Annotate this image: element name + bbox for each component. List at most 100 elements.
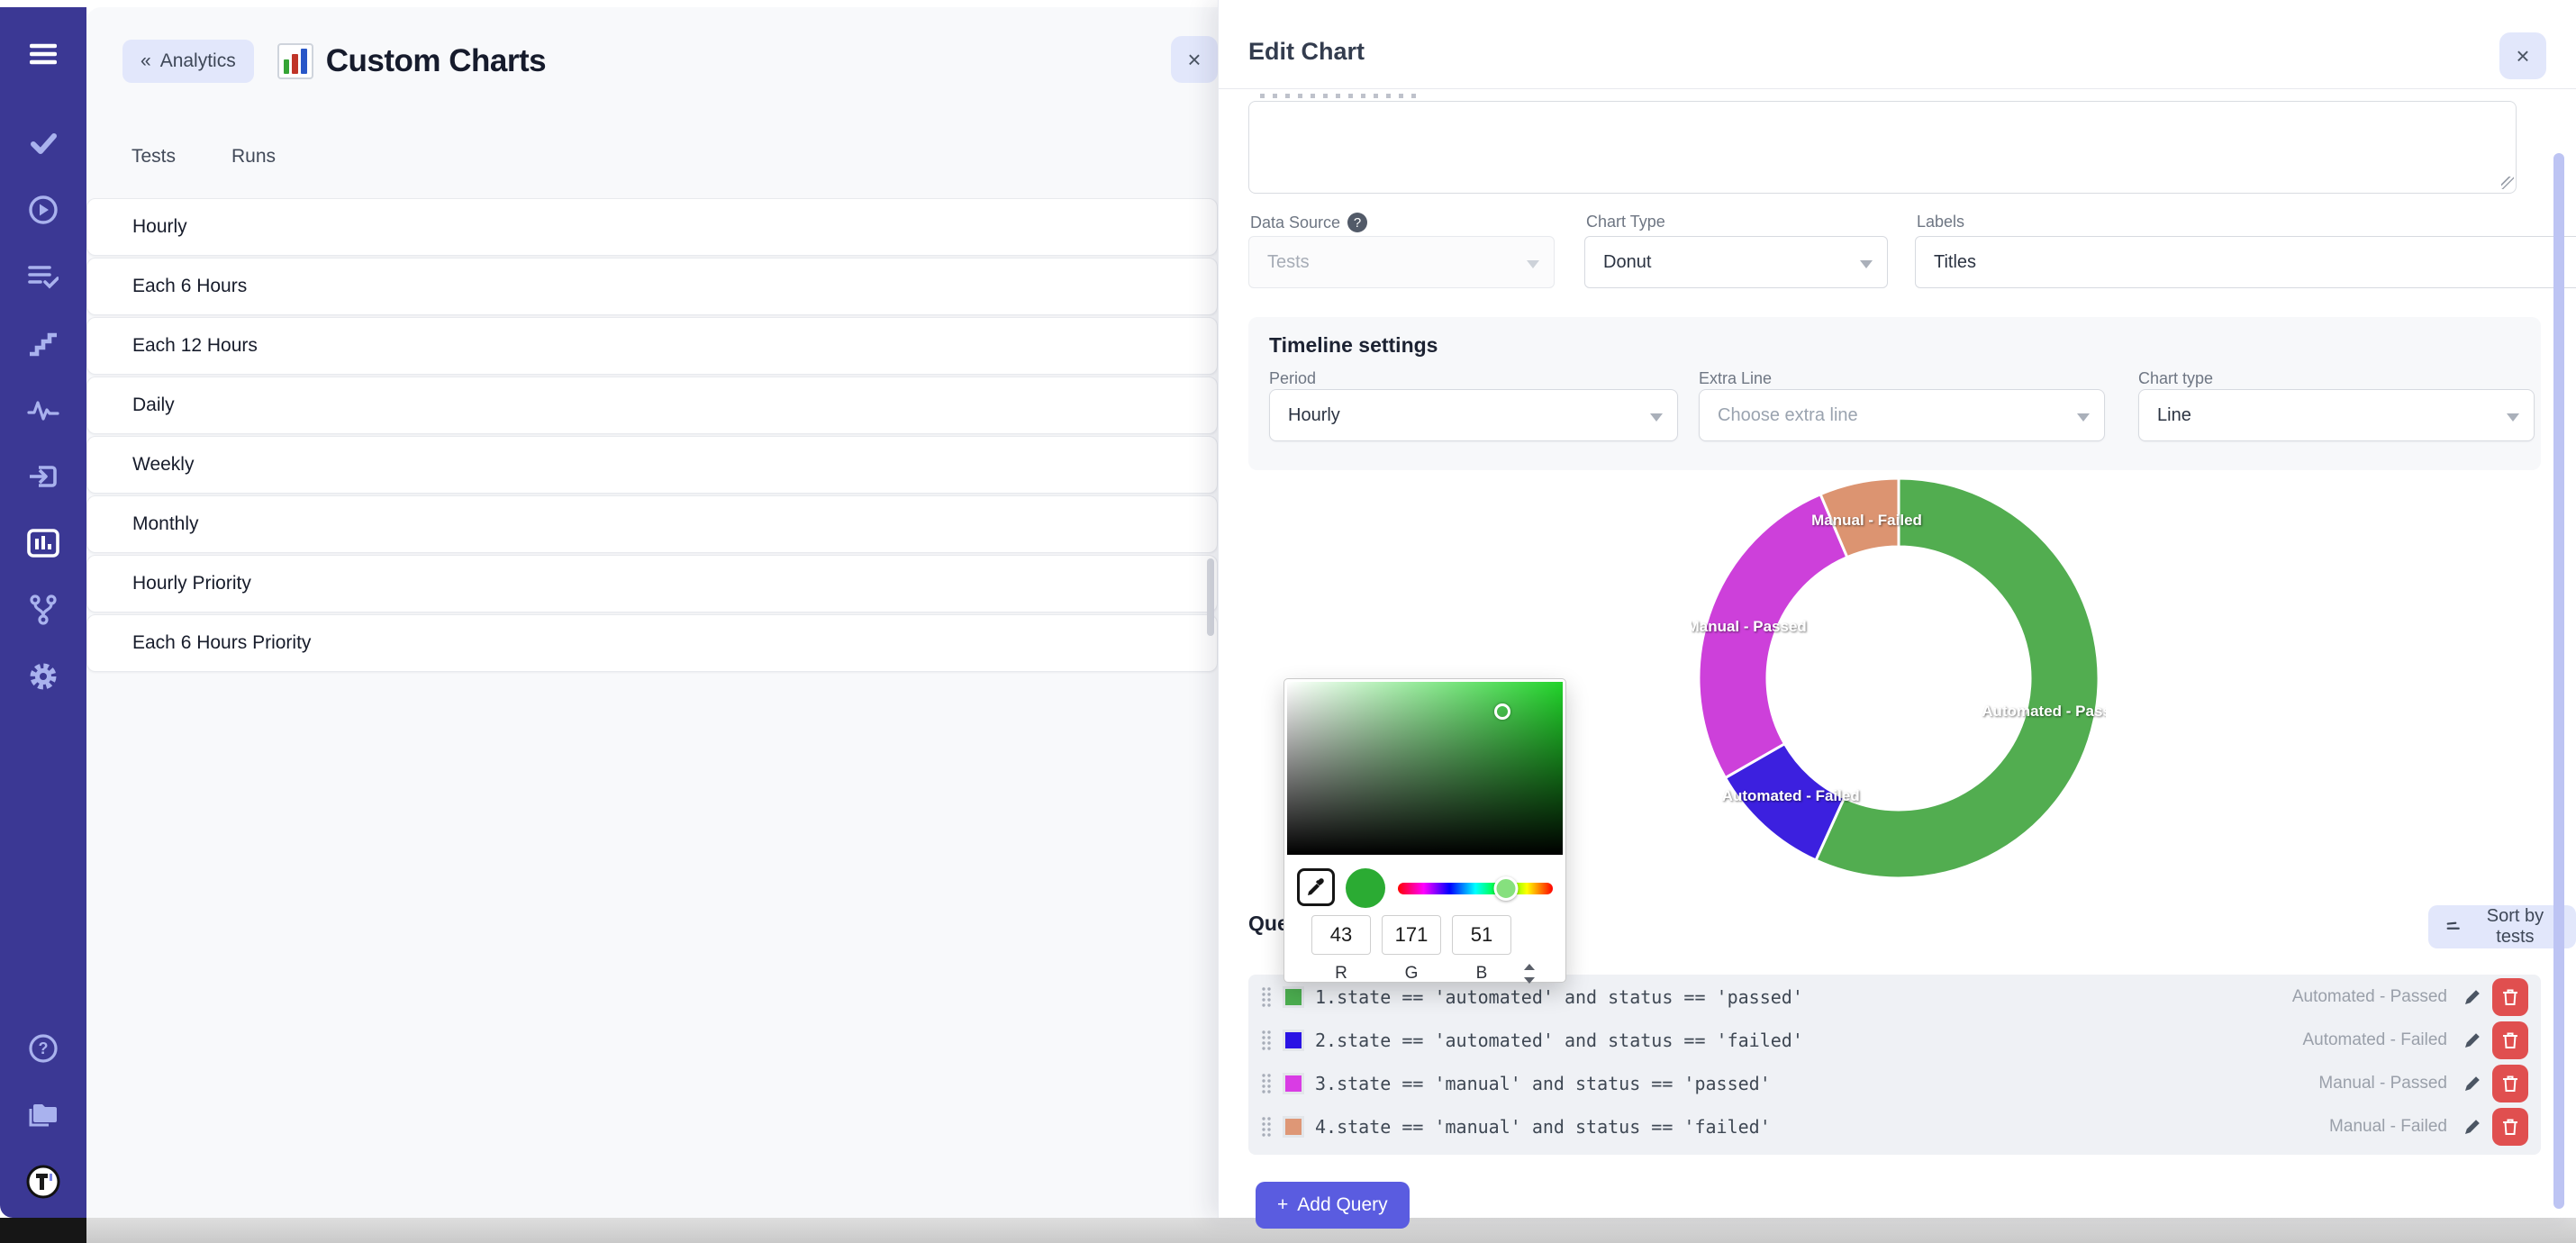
labels-select[interactable]: Titles — [1915, 236, 2576, 288]
saturation-area[interactable] — [1287, 682, 1563, 855]
query-text: state == 'automated' and status == 'fail… — [1337, 1030, 1803, 1051]
data-source-select[interactable]: Tests — [1248, 236, 1555, 288]
sidebar-nav — [23, 123, 63, 696]
chart-list-item[interactable]: Hourly — [86, 198, 1218, 256]
chart-type-label: Chart Type — [1586, 213, 1665, 231]
donut-segment-label: Automated - Passed — [1982, 703, 2106, 720]
list-check-icon[interactable] — [23, 257, 63, 296]
query-color-swatch[interactable] — [1283, 1073, 1304, 1094]
eyedropper-button[interactable] — [1297, 868, 1335, 906]
charts-close-button[interactable]: × — [1171, 36, 1218, 83]
color-picker-popover: R G B — [1283, 678, 1566, 983]
chevron-down-icon — [2507, 413, 2519, 422]
extra-line-label: Extra Line — [1699, 369, 1772, 388]
query-color-swatch[interactable] — [1283, 986, 1304, 1008]
chevron-down-icon — [1650, 413, 1663, 422]
edit-chart-title: Edit Chart — [1248, 38, 1365, 66]
drag-handle-icon[interactable] — [1261, 1073, 1272, 1094]
gear-icon[interactable] — [23, 657, 63, 696]
query-index: 3. — [1315, 1073, 1337, 1094]
timeline-settings-title: Timeline settings — [1269, 333, 1438, 358]
timeline-chart-type-select[interactable]: Line — [2138, 389, 2535, 441]
query-index: 1. — [1315, 986, 1337, 1008]
folders-icon[interactable] — [23, 1095, 63, 1135]
edit-query-icon[interactable] — [2463, 988, 2481, 1006]
chart-list-item[interactable]: Monthly — [86, 495, 1218, 553]
query-label: Manual - Passed — [2318, 1074, 2447, 1093]
header-divider — [1219, 88, 2576, 89]
timeline-settings-card: Timeline settings Period Extra Line Char… — [1248, 317, 2541, 470]
tab-runs[interactable]: Runs — [230, 141, 277, 173]
delete-query-button[interactable] — [2492, 1021, 2528, 1059]
sidebar-bottom: ? — [23, 1029, 63, 1202]
drag-handle-icon[interactable] — [1261, 986, 1272, 1008]
chevrons-left-icon: « — [141, 50, 151, 72]
period-label: Period — [1269, 369, 1316, 388]
format-toggle-icon[interactable] — [1520, 962, 1537, 985]
query-row: 4.state == 'manual' and status == 'faile… — [1261, 1105, 2528, 1148]
steps-icon[interactable] — [23, 323, 63, 363]
sidebar: ? — [0, 7, 86, 1218]
edit-query-icon[interactable] — [2463, 1031, 2481, 1049]
delete-query-button[interactable] — [2492, 978, 2528, 1016]
data-source-label: Data Source ? — [1250, 213, 1367, 232]
analytics-bars-icon[interactable] — [23, 523, 63, 563]
charts-tabs: Tests Runs — [130, 141, 277, 173]
pulse-icon[interactable] — [23, 390, 63, 430]
delete-query-button[interactable] — [2492, 1065, 2528, 1102]
back-to-analytics-button[interactable]: « Analytics — [122, 40, 254, 83]
red-label: R — [1311, 964, 1371, 984]
extra-line-select[interactable]: Choose extra line — [1699, 389, 2105, 441]
chart-type-select[interactable]: Donut — [1584, 236, 1888, 288]
query-color-swatch[interactable] — [1283, 1116, 1304, 1138]
red-input[interactable] — [1311, 915, 1371, 955]
period-select[interactable]: Hourly — [1269, 389, 1678, 441]
branch-icon[interactable] — [23, 590, 63, 630]
blue-label: B — [1452, 964, 1511, 984]
blue-input[interactable] — [1452, 915, 1511, 955]
green-input[interactable] — [1382, 915, 1441, 955]
help-badge-icon[interactable]: ? — [1347, 213, 1367, 232]
edit-query-icon[interactable] — [2463, 1118, 2481, 1136]
query-color-swatch[interactable] — [1283, 1030, 1304, 1051]
drag-handle-icon[interactable] — [1261, 1030, 1272, 1051]
chart-list-item[interactable]: Weekly — [86, 436, 1218, 494]
delete-query-button[interactable] — [2492, 1108, 2528, 1146]
hue-slider[interactable] — [1398, 883, 1553, 894]
sort-icon — [2446, 919, 2463, 935]
edit-query-icon[interactable] — [2463, 1075, 2481, 1093]
labels-label: Labels — [1917, 213, 1964, 231]
close-icon: × — [2516, 42, 2529, 69]
charts-header: « Analytics Custom Charts — [122, 40, 546, 83]
edit-chart-close-button[interactable]: × — [2499, 32, 2546, 79]
chart-list-item[interactable]: Each 6 Hours — [86, 258, 1218, 315]
hamburger-icon[interactable] — [23, 34, 63, 74]
chart-list-item[interactable]: Each 6 Hours Priority — [86, 614, 1218, 672]
chart-list-item[interactable]: Daily — [86, 377, 1218, 434]
page-title: Custom Charts — [326, 43, 546, 79]
chart-list-item[interactable]: Each 12 Hours — [86, 317, 1218, 375]
hue-slider-handle[interactable] — [1493, 876, 1518, 901]
logo-t-icon[interactable] — [23, 1162, 63, 1202]
import-icon[interactable] — [23, 457, 63, 496]
edit-panel-scrollbar-thumb[interactable] — [2553, 153, 2564, 1209]
chart-list-item[interactable]: Hourly Priority — [86, 555, 1218, 612]
play-circle-icon[interactable] — [23, 190, 63, 230]
donut-segment-label: Manual - Passed — [1692, 618, 1807, 635]
chevron-down-icon — [1860, 260, 1873, 268]
donut-chart: Automated - PassedAutomated - FailedManu… — [1692, 471, 2106, 885]
tab-tests[interactable]: Tests — [130, 141, 177, 173]
donut-segment-label: Manual - Failed — [1811, 512, 1922, 529]
add-query-button[interactable]: + Add Query — [1256, 1182, 1410, 1229]
current-color-swatch — [1346, 868, 1385, 908]
charts-scrollbar-thumb[interactable] — [1207, 558, 1214, 636]
edit-chart-panel: Edit Chart × Data Source ? Chart Type La… — [1218, 0, 2576, 1218]
saturation-handle[interactable] — [1494, 703, 1510, 720]
drag-handle-icon[interactable] — [1261, 1116, 1272, 1138]
svg-text:?: ? — [39, 1039, 49, 1057]
trash-icon — [2502, 1118, 2518, 1136]
help-icon[interactable]: ? — [23, 1029, 63, 1068]
check-icon[interactable] — [23, 123, 63, 163]
donut-segment[interactable] — [1699, 494, 1847, 778]
chart-description-textarea[interactable] — [1248, 101, 2517, 194]
